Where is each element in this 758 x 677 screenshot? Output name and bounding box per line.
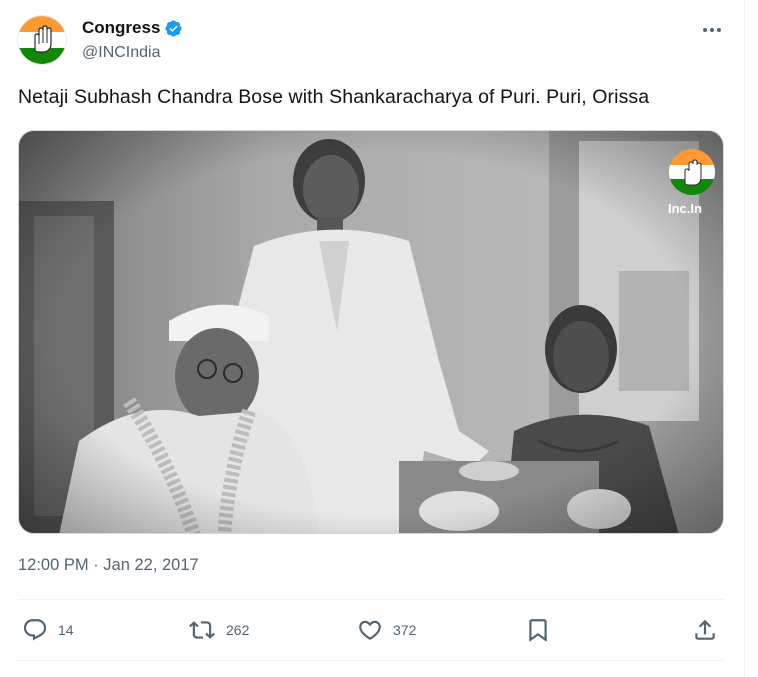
historical-photo-image	[19, 131, 723, 533]
tweet-timestamp[interactable]: 12:00 PM · Jan 22, 2017	[18, 556, 199, 575]
share-button[interactable]	[692, 617, 718, 643]
tweet-text: Netaji Subhash Chandra Bose with Shankar…	[18, 86, 650, 108]
divider-top	[18, 599, 724, 600]
more-dots-icon	[703, 28, 721, 32]
reply-count: 14	[58, 622, 74, 638]
reply-icon	[23, 619, 47, 641]
like-button[interactable]: 372	[357, 617, 416, 643]
share-icon	[695, 619, 715, 640]
heart-icon	[359, 620, 381, 640]
verified-badge-icon[interactable]	[164, 19, 183, 38]
retweet-count: 262	[226, 622, 250, 638]
display-name[interactable]: Congress	[82, 18, 160, 38]
avatar[interactable]	[18, 16, 66, 64]
like-count: 372	[393, 622, 417, 638]
reply-button[interactable]: 14	[22, 617, 74, 643]
tweet-photo[interactable]: Inc.In	[18, 130, 724, 534]
column-border	[744, 0, 745, 677]
bookmark-button[interactable]	[525, 617, 551, 643]
inc-watermark-icon	[669, 149, 715, 195]
retweet-button[interactable]: 262	[188, 617, 249, 643]
divider-bottom	[18, 660, 724, 661]
author-handle[interactable]: @INCIndia	[82, 44, 161, 62]
retweet-icon	[189, 621, 215, 639]
more-options-button[interactable]	[700, 20, 724, 40]
bookmark-icon	[529, 619, 547, 642]
author-name-row: Congress	[82, 18, 183, 38]
congress-logo-icon	[18, 16, 66, 64]
watermark-label: Inc.In	[668, 201, 702, 216]
